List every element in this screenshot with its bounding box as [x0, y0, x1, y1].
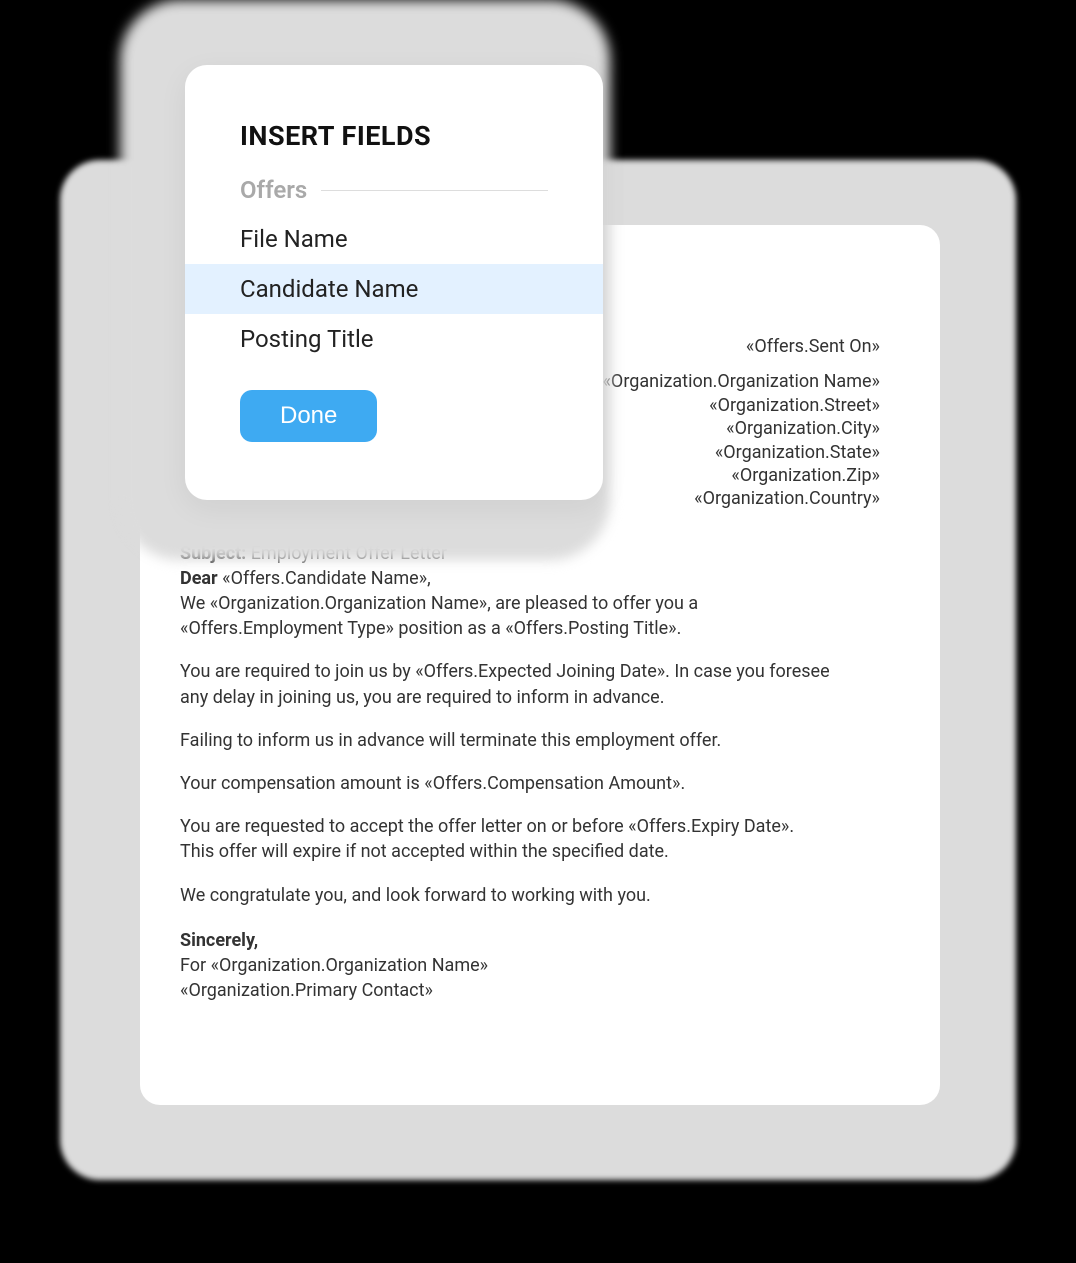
field-item-file-name[interactable]: File Name [185, 214, 603, 264]
signoff-sincerely: Sincerely, [180, 928, 880, 953]
signoff-for-org: For «Organization.Organization Name» [180, 953, 880, 978]
paragraph-joining-line1: You are required to join us by «Offers.E… [180, 661, 830, 682]
popover-section-header: Offers [185, 170, 603, 214]
paragraph-expiry-line1: You are requested to accept the offer le… [180, 816, 794, 837]
popover-section-label: Offers [240, 176, 307, 204]
insert-fields-popover: INSERT FIELDS Offers File Name Candidate… [185, 65, 603, 500]
letter-body: Subject: Employment Offer Letter Dear «O… [180, 541, 880, 1004]
paragraph-intro-line1: We «Organization.Organization Name», are… [180, 591, 880, 616]
field-item-posting-title[interactable]: Posting Title [185, 314, 603, 364]
done-button[interactable]: Done [240, 390, 377, 442]
paragraph-congrats: We congratulate you, and look forward to… [180, 883, 880, 908]
salutation-candidate-name: «Offers.Candidate Name», [222, 568, 431, 589]
signoff-primary-contact: «Organization.Primary Contact» [180, 978, 880, 1003]
salutation-label: Dear [180, 568, 218, 589]
field-item-candidate-name[interactable]: Candidate Name [185, 264, 603, 314]
paragraph-intro-line2: «Offers.Employment Type» position as a «… [180, 616, 880, 641]
paragraph-joining-line2: any delay in joining us, you are require… [180, 687, 664, 708]
paragraph-expiry-line2: This offer will expire if not accepted w… [180, 841, 669, 862]
popover-section-rule [321, 190, 548, 191]
paragraph-compensation: Your compensation amount is «Offers.Comp… [180, 771, 880, 796]
paragraph-terminate: Failing to inform us in advance will ter… [180, 728, 880, 753]
popover-title: INSERT FIELDS [185, 120, 603, 170]
